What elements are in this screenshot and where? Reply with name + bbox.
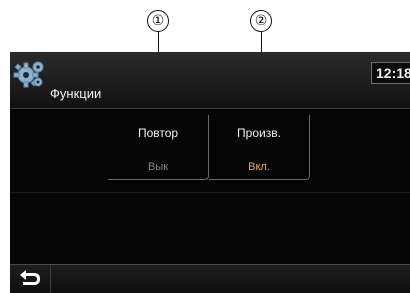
clock: 12:18 [371,62,410,84]
back-button[interactable] [10,265,51,293]
divider [10,192,410,193]
repeat-option[interactable]: Повтор Вык [108,115,209,180]
callout-1: ① [147,10,169,32]
back-arrow-icon [20,270,40,285]
footer-bar [10,264,410,293]
options-area: Повтор Вык Произв. Вкл. [108,115,310,180]
device-screen: Функции 12:18 Повтор Вык Произв. Вкл. [10,52,410,293]
page-title: Функции [50,86,102,101]
header-bar: Функции 12:18 [10,52,410,109]
shuffle-label: Произв. [237,126,281,140]
gear-icon [13,61,44,88]
repeat-label: Повтор [137,126,179,140]
repeat-value: Вык [147,161,169,173]
callout-2: ② [250,10,272,32]
shuffle-option[interactable]: Произв. Вкл. [209,115,310,180]
shuffle-value: Вкл. [248,161,270,173]
